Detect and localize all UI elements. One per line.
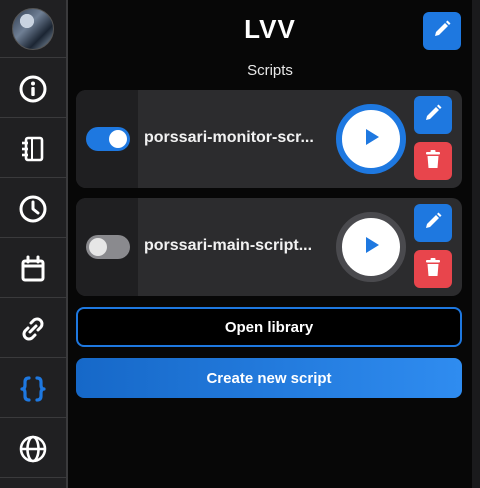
delete-script-button[interactable] [414,142,452,180]
sidebar-item-notebook[interactable] [0,120,66,178]
sidebar-item-links[interactable] [0,300,66,358]
page-title: LVV [244,14,296,44]
edit-script-button[interactable] [414,96,452,134]
sidebar [0,0,68,488]
open-library-button[interactable]: Open library [76,307,462,347]
main-panel: LVV Scripts porssari-monitor-scr... pors… [68,0,472,488]
script-enable-toggle[interactable] [86,235,130,259]
sidebar-item-calendar[interactable] [0,240,66,298]
window-edge [472,0,480,488]
clock-icon [18,194,48,224]
run-script-button[interactable] [336,212,406,282]
play-icon [360,234,382,261]
pencil-icon [423,103,443,128]
run-script-button[interactable] [336,104,406,174]
pencil-icon [432,19,452,44]
avatar [12,7,54,50]
create-script-button[interactable]: Create new script [76,358,462,398]
script-card: porssari-monitor-scr... [76,90,462,188]
sidebar-item-avatar[interactable] [0,0,66,58]
delete-script-button[interactable] [414,250,452,288]
sidebar-item-history[interactable] [0,180,66,238]
trash-icon [424,257,442,282]
script-name: porssari-main-script... [144,237,313,254]
globe-icon [18,434,48,464]
info-icon [18,74,48,104]
link-icon [17,313,49,345]
trash-icon [424,149,442,174]
pencil-icon [423,211,443,236]
sidebar-item-scripts[interactable] [0,360,66,418]
calendar-icon [18,254,48,284]
section-subtitle: Scripts [247,62,293,79]
sidebar-item-web[interactable] [0,420,66,478]
notebook-icon [18,134,48,164]
sidebar-item-info[interactable] [0,60,66,118]
edit-script-button[interactable] [414,204,452,242]
braces-icon [17,373,49,405]
play-icon [360,126,382,153]
edit-title-button[interactable] [423,12,461,50]
script-name: porssari-monitor-scr... [144,129,314,146]
script-enable-toggle[interactable] [86,127,130,151]
script-card: porssari-main-script... [76,198,462,296]
